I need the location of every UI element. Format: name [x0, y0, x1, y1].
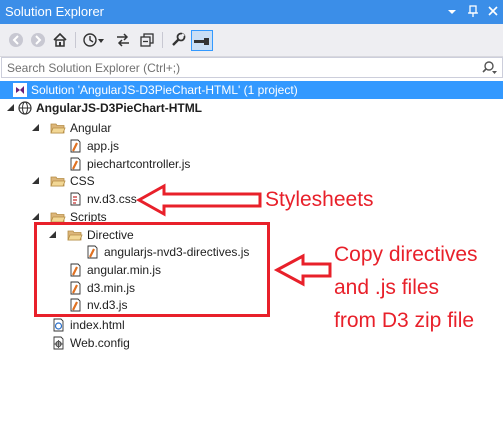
annotation-arrows: [135, 183, 332, 287]
annotation-copy-line2: and .js files: [334, 276, 440, 299]
annotation-stylesheets: Stylesheets: [265, 188, 374, 211]
annotation-copy-line3: from D3 zip file: [334, 309, 475, 332]
annotation-copy-line1: Copy directives: [334, 243, 478, 266]
